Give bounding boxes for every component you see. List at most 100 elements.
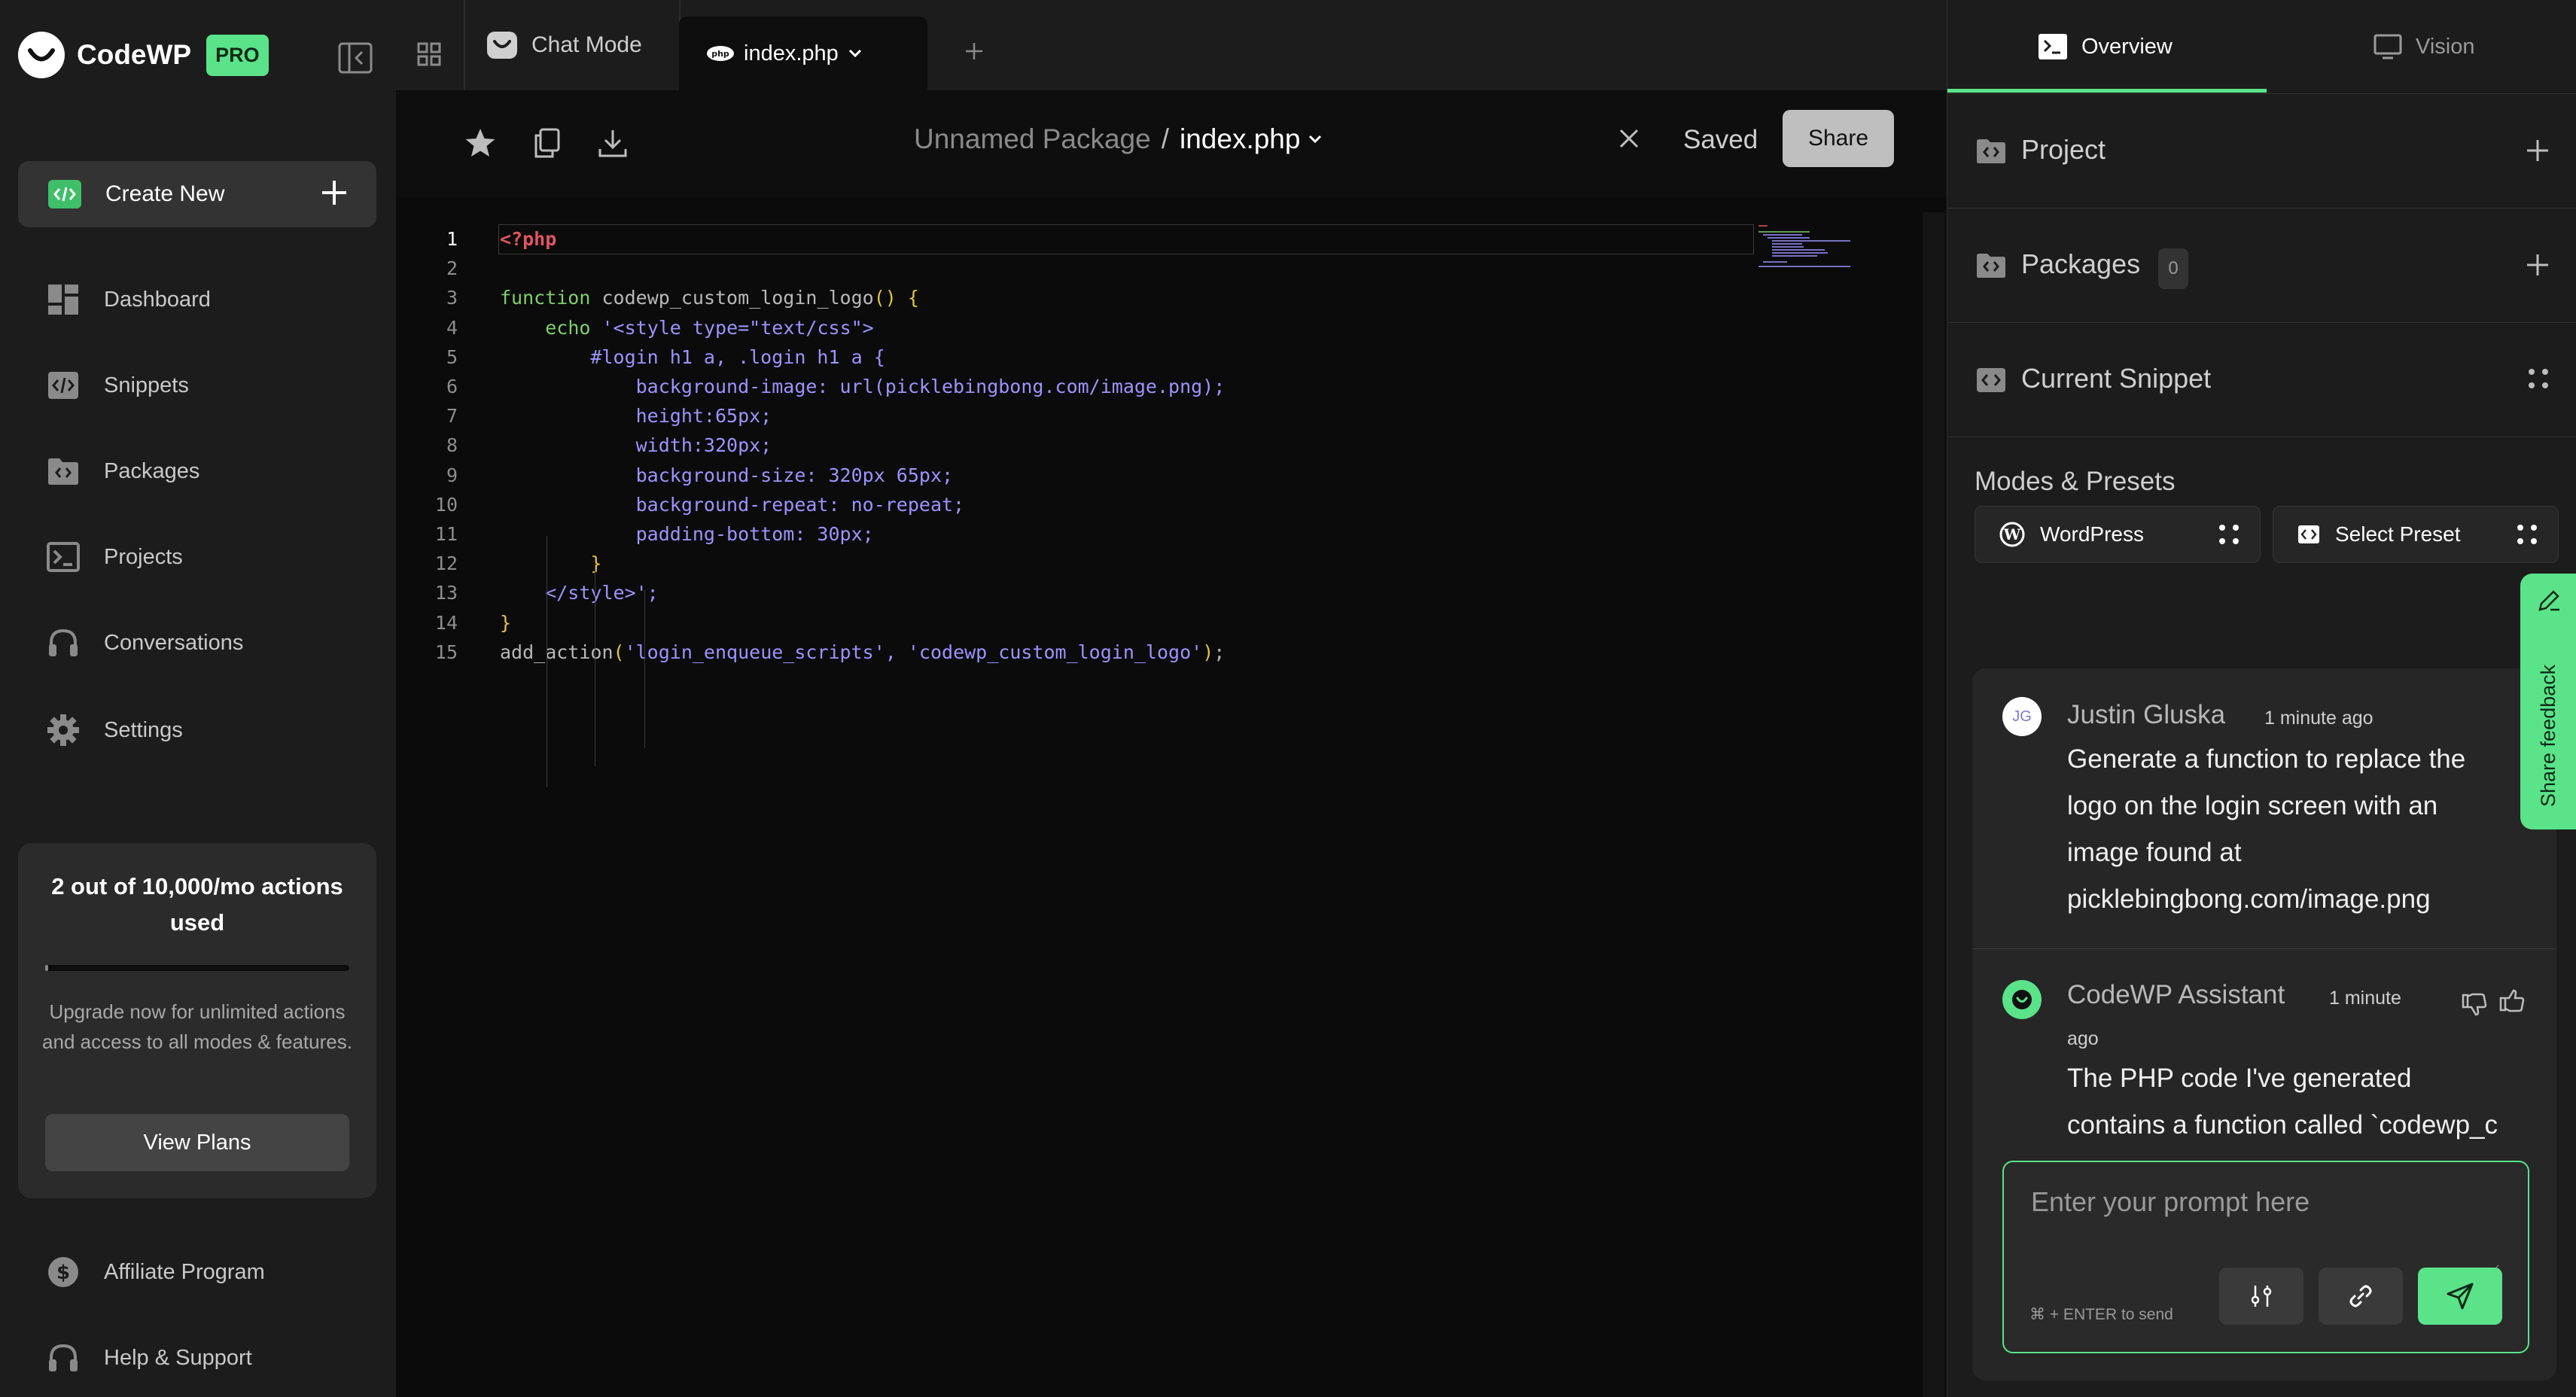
code-line[interactable]: 15 add_action('login_enqueue_scripts', 'c… <box>396 638 1751 667</box>
gear-icon <box>45 712 81 748</box>
tab-label: index.php <box>744 41 839 65</box>
star-icon[interactable] <box>461 123 500 163</box>
pro-badge: PRO <box>206 34 269 76</box>
share-feedback-button[interactable]: Share feedback <box>2520 574 2576 829</box>
folder-code-icon <box>1976 138 2006 164</box>
mode-label: WordPress <box>2040 522 2144 546</box>
code-line[interactable]: 7 height:65px; <box>396 401 1751 431</box>
sidebar-item-label: Help & Support <box>104 1345 252 1370</box>
editor-scrollbar[interactable] <box>1923 212 1945 1397</box>
tab-index-php[interactable]: php index.php <box>679 17 927 90</box>
current-snippet-section[interactable]: Current Snippet <box>1947 324 2576 437</box>
tab-chat-mode[interactable]: Chat Mode <box>471 0 679 90</box>
tab-overview[interactable]: Overview <box>2038 0 2173 93</box>
share-feedback-label: Share feedback <box>2537 664 2559 807</box>
line-content: background-size: 320px 65px; <box>500 464 954 486</box>
message-text: Generate a function to replace the logo … <box>2067 744 2466 914</box>
project-section[interactable]: Project <box>1947 95 2576 208</box>
line-content: } <box>500 611 512 634</box>
sidebar-item-packages[interactable]: Packages <box>45 449 376 494</box>
line-number: 8 <box>446 434 458 457</box>
code-line[interactable]: 1 <?php <box>396 224 1751 254</box>
preset-select[interactable]: Select Preset <box>2273 506 2559 563</box>
sidebar-item-conversations[interactable]: Conversations <box>45 620 376 665</box>
copy-icon[interactable] <box>527 123 566 163</box>
chevron-down-icon <box>848 48 863 59</box>
code-icon <box>45 367 81 403</box>
view-plans-button[interactable]: View Plans <box>45 1114 349 1171</box>
prompt-input[interactable] <box>2029 1185 2499 1271</box>
line-content: padding-bottom: 30px; <box>500 523 874 545</box>
sidebar-item-label: Projects <box>104 544 183 569</box>
right-panel-tabs: Overview Vision <box>1947 0 2576 94</box>
message-text: The PHP code I've generated contains a f… <box>2067 1064 2498 1140</box>
mode-select-wordpress[interactable]: W WordPress <box>1975 506 2261 563</box>
code-line[interactable]: 8 width:320px; <box>396 431 1751 460</box>
terminal-icon <box>45 539 81 575</box>
message-divider <box>1972 948 2556 949</box>
send-hint: ⌘ + ENTER to send <box>2029 1306 2173 1323</box>
sidebar-item-help[interactable]: Help & Support <box>45 1335 376 1380</box>
drag-handle-icon[interactable] <box>2527 367 2550 390</box>
usage-progress-bar <box>45 965 349 971</box>
headphones-icon <box>45 625 81 661</box>
line-number: 13 <box>434 582 458 604</box>
line-content: #login h1 a, .login h1 a { <box>500 345 885 368</box>
breadcrumb-file[interactable]: index.php <box>1180 123 1300 155</box>
breadcrumb-package[interactable]: Unnamed Package <box>914 123 1151 155</box>
add-tab-icon[interactable] <box>964 41 985 62</box>
collapse-sidebar-icon[interactable] <box>337 41 373 75</box>
code-line[interactable]: 9 background-size: 320px 65px; <box>396 461 1751 490</box>
line-content: background-repeat: no-repeat; <box>500 493 965 516</box>
usage-description: Upgrade now for unlimited actions and ac… <box>42 1000 352 1053</box>
add-project-icon[interactable] <box>2526 138 2550 163</box>
line-number: 10 <box>434 493 458 516</box>
sidebar-item-dashboard[interactable]: Dashboard <box>45 277 376 322</box>
send-button[interactable] <box>2418 1268 2502 1325</box>
thumbs-up-icon[interactable] <box>2499 989 2525 1013</box>
code-line[interactable]: 14} <box>396 608 1751 638</box>
sidebar-item-affiliate[interactable]: $ Affiliate Program <box>45 1249 376 1295</box>
tab-vision[interactable]: Vision <box>2374 0 2474 93</box>
add-package-icon[interactable] <box>2526 253 2550 277</box>
attach-link-button[interactable] <box>2319 1268 2403 1325</box>
code-line[interactable]: 5 #login h1 a, .login h1 a { <box>396 342 1751 372</box>
php-icon: php <box>706 45 735 62</box>
code-line[interactable]: 12 } <box>396 549 1751 578</box>
grid-icon[interactable] <box>417 42 441 66</box>
line-number: 2 <box>446 257 458 280</box>
code-minimap[interactable] <box>1757 223 1853 268</box>
thumbs-down-icon[interactable] <box>2462 992 2487 1016</box>
sidebar-item-label: Conversations <box>104 630 244 655</box>
tab-divider <box>464 0 465 90</box>
code-line[interactable]: 6 background-image: url(picklebingbong.c… <box>396 372 1751 401</box>
usage-card: 2 out of 10,000/mo actions used Upgrade … <box>18 843 376 1198</box>
app-logo[interactable]: CodeWP PRO <box>18 32 269 78</box>
code-line[interactable]: 2 <box>396 254 1751 283</box>
line-number: 5 <box>446 345 458 368</box>
code-line[interactable]: 13 </style>'; <box>396 578 1751 607</box>
message-author: CodeWP Assistant <box>2067 980 2285 1009</box>
sidebar-item-projects[interactable]: Projects <box>45 534 376 580</box>
line-content: height:65px; <box>500 405 772 428</box>
sidebar-item-label: Dashboard <box>104 287 211 312</box>
close-icon[interactable] <box>1617 126 1641 151</box>
code-editor[interactable]: 1 <?php 2 3 function codewp_custom_login_log… <box>396 197 1947 1397</box>
code-line[interactable]: 10 background-repeat: no-repeat; <box>396 490 1751 519</box>
sidebar-item-snippets[interactable]: Snippets <box>45 363 376 408</box>
breadcrumb[interactable]: Unnamed Package / index.php <box>914 123 1323 155</box>
share-button[interactable]: Share <box>1783 110 1894 167</box>
line-number: 11 <box>434 523 458 545</box>
packages-section[interactable]: Packages 0 <box>1947 209 2576 323</box>
settings-sliders-button[interactable] <box>2219 1268 2303 1325</box>
code-line[interactable]: 11 padding-bottom: 30px; <box>396 519 1751 549</box>
sidebar-item-settings[interactable]: Settings <box>45 708 376 753</box>
code-line[interactable]: 3 function codewp_custom_login_logo() { <box>396 283 1751 312</box>
tab-label: Overview <box>2081 34 2173 59</box>
download-icon[interactable] <box>593 123 632 163</box>
code-line[interactable]: 4 echo '<style type="text/css"> <box>396 313 1751 342</box>
code-icon <box>1976 367 2006 393</box>
create-new-button[interactable]: Create New <box>18 161 376 227</box>
link-icon <box>2348 1283 2374 1309</box>
dollar-icon: $ <box>45 1254 81 1290</box>
